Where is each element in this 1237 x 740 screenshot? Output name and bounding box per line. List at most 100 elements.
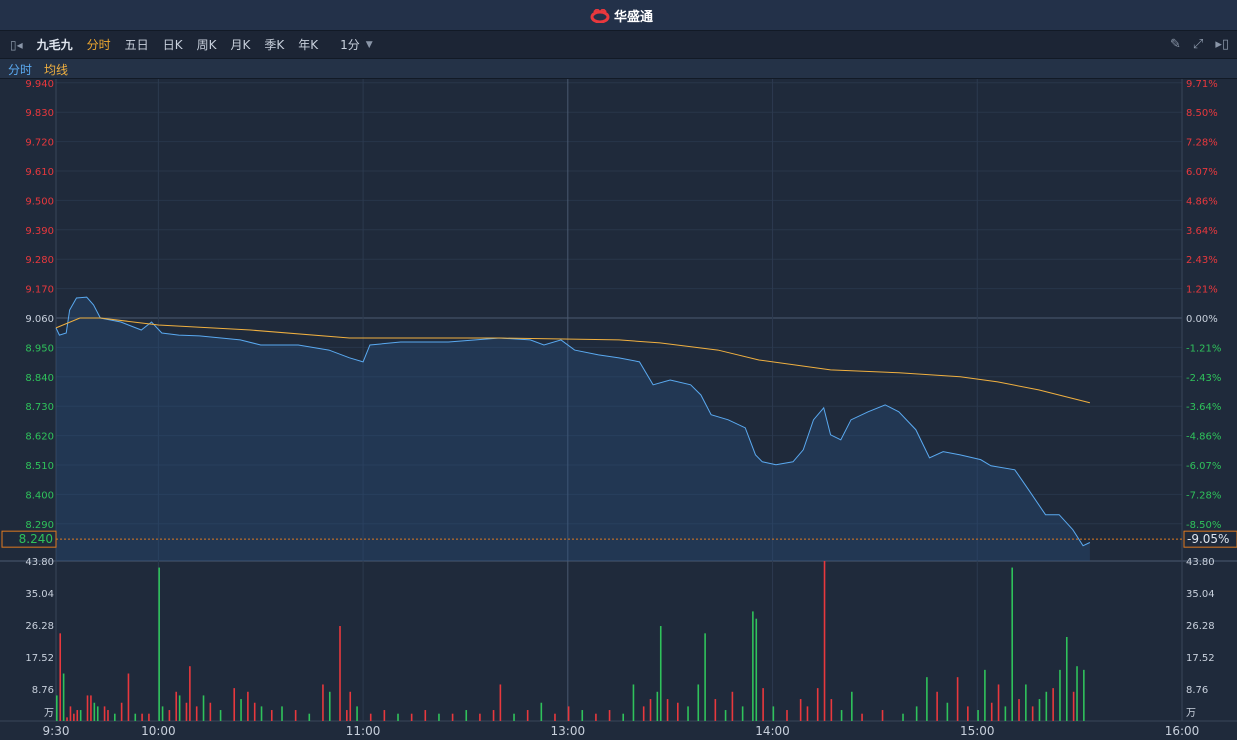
volume-bar	[175, 691, 178, 721]
volume-bar	[687, 706, 689, 721]
price-tick-label: 9.610	[25, 167, 54, 178]
volume-bar	[1072, 691, 1075, 721]
volume-bar	[946, 702, 949, 721]
volume-bar	[741, 706, 744, 721]
price-tick-label: 8.510	[25, 461, 54, 472]
pct-tick-label: -3.64%	[1186, 402, 1221, 413]
volume-bar	[424, 710, 427, 721]
volume-bar	[659, 626, 662, 721]
volume-bar	[926, 677, 928, 721]
pct-tick-label: 7.28%	[1186, 138, 1218, 149]
price-tick-label: 9.500	[25, 196, 54, 207]
price-tick-label: 8.400	[25, 490, 54, 501]
price-tick-label: 9.170	[25, 285, 54, 296]
volume-bar	[438, 713, 440, 721]
volume-tick-label-right: 8.76	[1186, 685, 1208, 696]
volume-bar	[915, 706, 918, 721]
volume-bar	[1052, 688, 1054, 721]
volume-bar	[799, 699, 802, 721]
volume-bar	[752, 611, 754, 721]
price-tick-label: 9.830	[25, 108, 54, 119]
volume-bar	[1031, 706, 1034, 721]
volume-bar	[731, 691, 734, 721]
volume-bar	[554, 713, 556, 721]
price-tick-label: 8.840	[25, 373, 54, 384]
volume-bar	[1004, 706, 1007, 721]
time-tick-label: 10:00	[141, 724, 176, 738]
volume-bar	[465, 710, 468, 721]
volume-bar	[90, 695, 92, 721]
volume-bar	[346, 710, 348, 721]
volume-bar	[209, 702, 212, 721]
volume-bar	[219, 710, 222, 721]
volume-bar	[260, 706, 263, 721]
volume-bar	[383, 710, 386, 721]
volume-bar	[581, 710, 584, 721]
volume-bar	[168, 710, 171, 721]
volume-bar	[755, 618, 758, 721]
volume-bar	[349, 691, 352, 721]
volume-bar	[902, 713, 904, 721]
volume-bar	[79, 710, 82, 721]
volume-bar	[322, 684, 324, 721]
volume-tick-label-right: 17.52	[1186, 653, 1215, 664]
volume-tick-label: 26.28	[25, 621, 54, 632]
volume-bar	[823, 561, 826, 721]
volume-bar	[114, 713, 116, 721]
volume-bar	[861, 713, 863, 721]
volume-bar	[1065, 636, 1068, 721]
pct-tick-label: -2.43%	[1186, 373, 1221, 384]
volume-bar	[526, 710, 529, 721]
volume-bar	[66, 717, 68, 721]
time-tick-label: 11:00	[346, 724, 381, 738]
volume-bar	[270, 710, 273, 721]
volume-bar	[86, 695, 89, 721]
volume-bar	[62, 673, 65, 721]
volume-bar	[1038, 699, 1041, 721]
volume-bar	[120, 702, 123, 721]
volume-bar	[1076, 666, 1078, 721]
pct-tick-label: -8.50%	[1186, 520, 1221, 531]
intraday-chart[interactable]: 9.940 9.71% 9.830 8.50% 9.720 7.28% 9.610 6.07%…	[0, 0, 1237, 740]
price-tick-label: 9.940	[25, 79, 54, 90]
volume-bar	[984, 669, 986, 721]
price-tick-label: 9.390	[25, 226, 54, 237]
volume-bar	[369, 713, 372, 721]
volume-bar	[308, 713, 311, 721]
volume-bar	[567, 706, 570, 721]
pct-tick-label: 4.86%	[1186, 196, 1218, 207]
volume-bar	[69, 706, 72, 721]
volume-bar	[56, 695, 58, 721]
volume-bar	[294, 710, 297, 721]
volume-bar	[772, 706, 775, 721]
volume-bar	[339, 626, 341, 721]
current-price-label: 8.240	[19, 532, 53, 546]
pct-tick-label: 2.43%	[1186, 255, 1218, 266]
volume-bar	[73, 713, 75, 721]
volume-bar	[608, 710, 611, 721]
volume-bar	[492, 710, 495, 721]
volume-bar	[1011, 567, 1013, 721]
volume-bar	[356, 706, 358, 721]
price-tick-label: 8.950	[25, 343, 54, 354]
volume-bar	[397, 713, 399, 721]
volume-bar	[189, 666, 191, 721]
volume-bar	[240, 699, 242, 721]
time-tick-label: 9:30	[43, 724, 70, 738]
volume-bar	[59, 633, 62, 721]
volume-bar	[158, 567, 160, 721]
volume-bar	[410, 713, 413, 721]
price-tick-label: 8.730	[25, 402, 54, 413]
volume-bar	[107, 710, 109, 721]
time-tick-label: 14:00	[755, 724, 790, 738]
pct-tick-label: 6.07%	[1186, 167, 1218, 178]
volume-bar	[76, 710, 79, 721]
pct-tick-label: 8.50%	[1186, 108, 1218, 119]
volume-bar	[936, 691, 938, 721]
volume-bar	[786, 710, 788, 721]
time-tick-label: 16:00	[1165, 724, 1200, 738]
volume-bar	[666, 699, 669, 721]
volume-bar	[1083, 669, 1085, 721]
volume-bar	[649, 699, 652, 721]
volume-bar	[233, 688, 236, 721]
